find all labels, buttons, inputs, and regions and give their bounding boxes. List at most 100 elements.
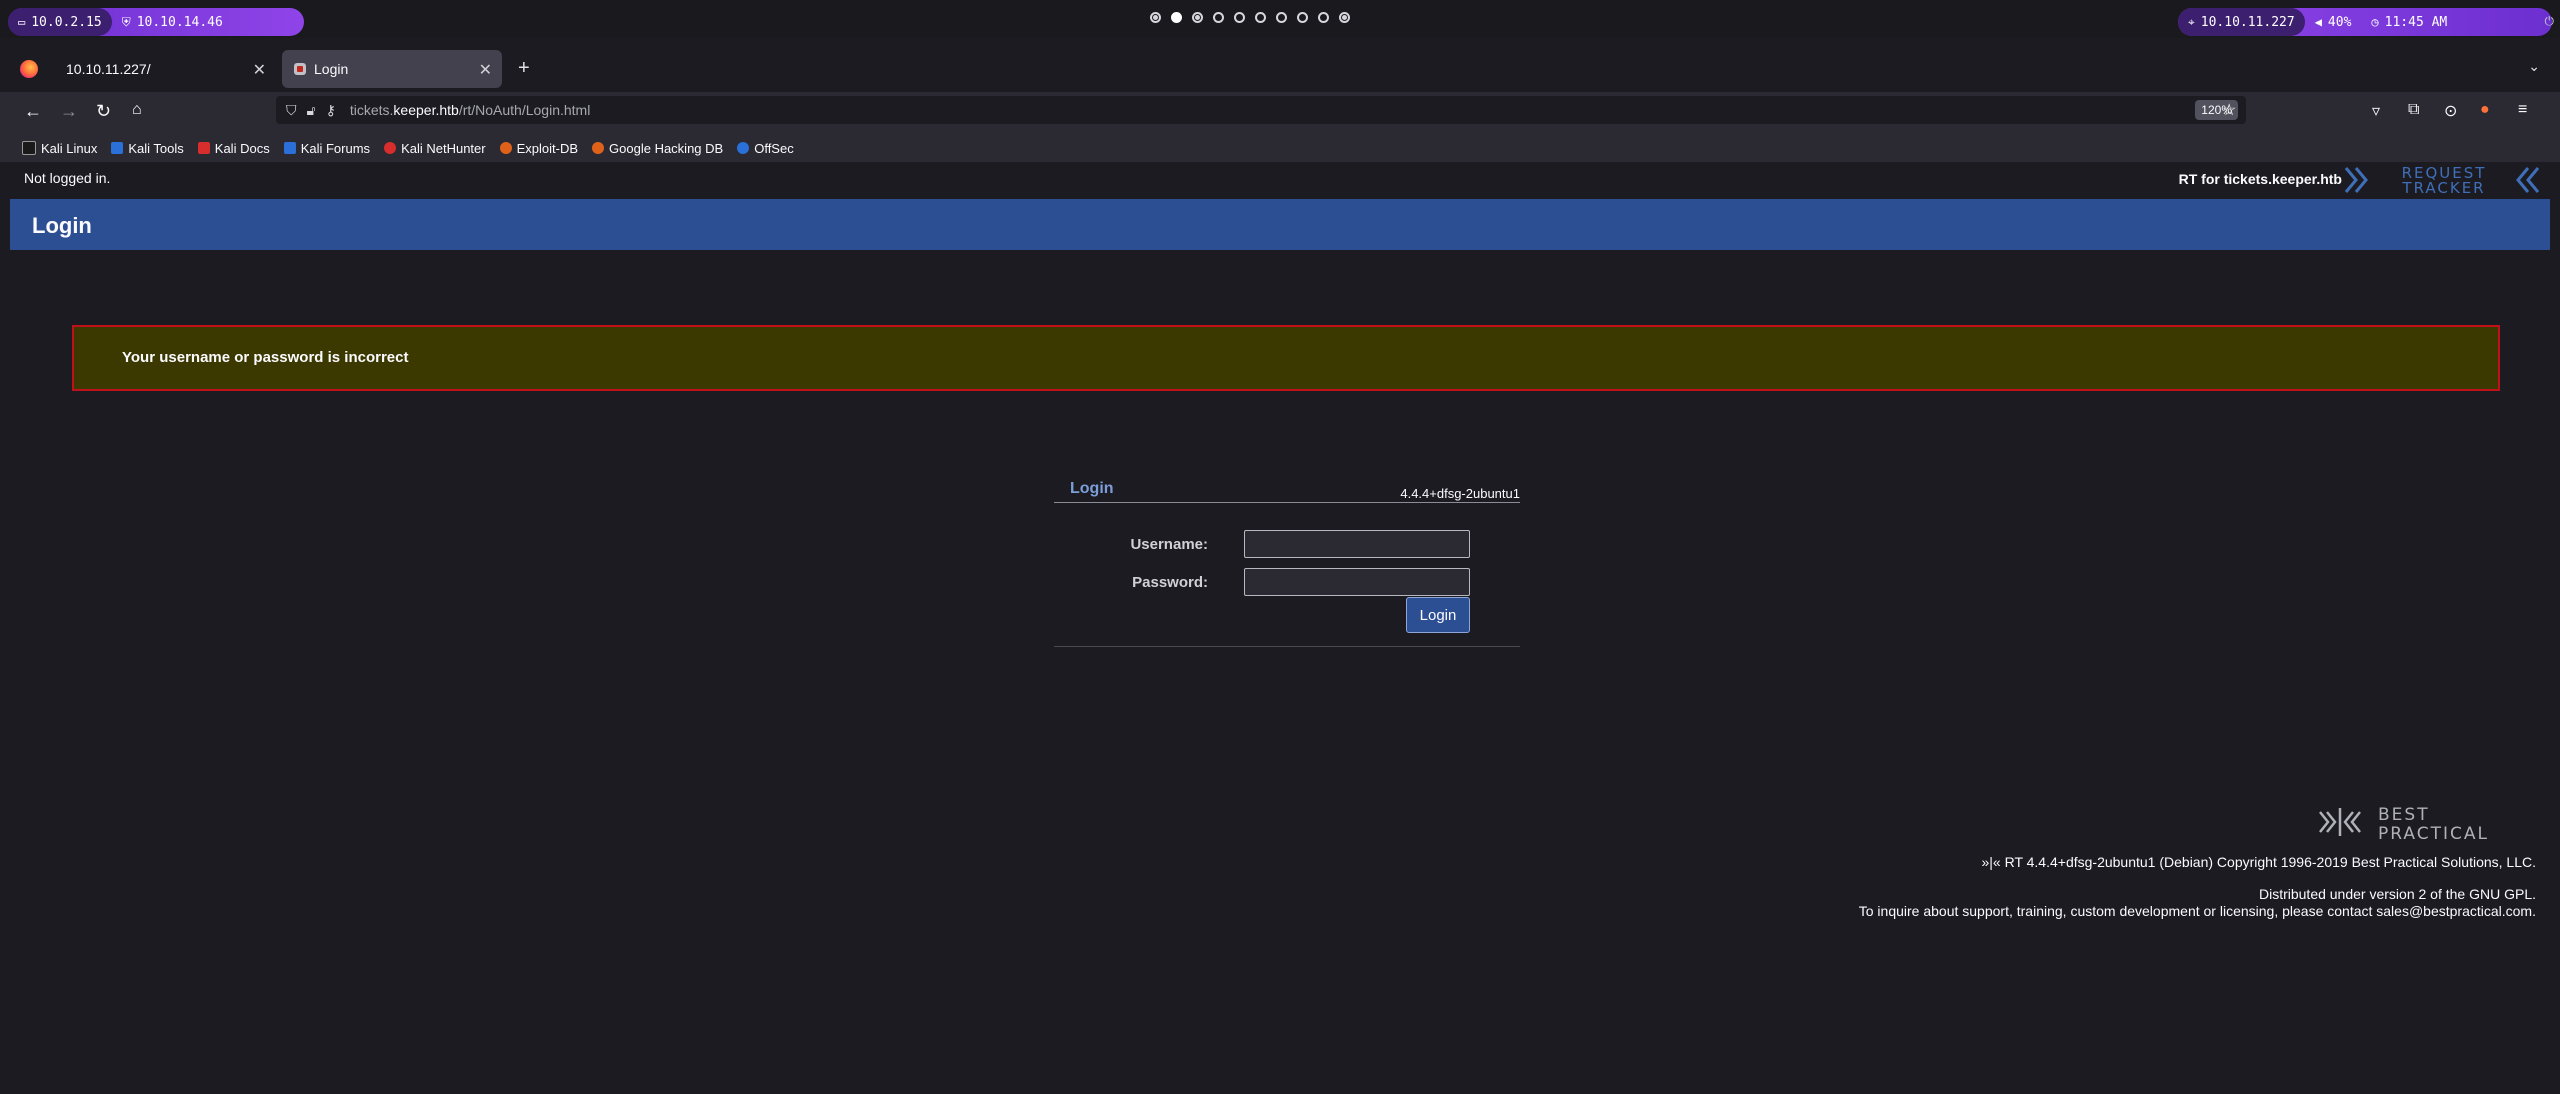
login-title-divider	[1054, 502, 1520, 503]
account-icon[interactable]: ⊙	[2444, 101, 2457, 121]
clock-icon: ◷	[2371, 15, 2379, 29]
bookmark-kali-tools[interactable]: Kali Tools	[111, 140, 184, 156]
clock: 11:45 AM	[2384, 14, 2448, 30]
bookmark-star-icon[interactable]: ☆	[2222, 100, 2236, 120]
bookmark-label: Kali Docs	[214, 140, 270, 156]
close-tab-icon[interactable]: ✕	[479, 60, 492, 80]
bookmark-label: Kali Forums	[300, 140, 371, 156]
tab-label: 10.10.11.227/	[66, 61, 151, 77]
speaker-icon: ◀	[2314, 15, 2322, 29]
username-label: Username:	[1130, 536, 1208, 553]
exploit-db-icon	[499, 142, 512, 154]
vpn-ip-segment[interactable]: ⛨ 10.10.14.46	[112, 15, 233, 30]
workspace-9[interactable]	[1318, 12, 1329, 23]
power-icon[interactable]: ⏻	[2545, 14, 2555, 29]
target-ip-segment[interactable]: ⌖ 10.10.11.227	[2178, 8, 2305, 36]
bookmark-label: Kali Linux	[41, 140, 98, 156]
workspace-switcher	[1150, 12, 1350, 23]
reload-icon[interactable]: ↻	[96, 101, 111, 122]
workspace-7[interactable]	[1276, 12, 1287, 23]
lock-insecure-icon[interactable]: 🔓︎	[307, 102, 316, 119]
foxy-proxy-icon[interactable]: ●	[2480, 101, 2490, 119]
kali-dragon-icon	[22, 141, 36, 155]
local-ip: 10.0.2.15	[31, 14, 102, 30]
close-tab-icon[interactable]: ✕	[253, 60, 266, 80]
workspace-6[interactable]	[1255, 12, 1266, 23]
kali-forums-icon	[283, 142, 296, 154]
address-bar[interactable]: ⛉ 🔓︎ ⚷ tickets.keeper.htb/rt/NoAuth/Logi…	[276, 96, 2246, 124]
bookmark-label: OffSec	[754, 140, 794, 156]
bp-logo-line2: PRACTICAL	[2378, 824, 2489, 842]
kali-docs-icon	[197, 142, 210, 154]
status-pill: ⌖ 10.10.11.227 ◀ 40% ◷ 11:45 AM	[2178, 8, 2552, 36]
username-input[interactable]	[1244, 530, 1470, 558]
tab-login[interactable]: Login ✕	[282, 50, 502, 88]
tracking-shield-icon[interactable]: ⛉	[286, 102, 297, 119]
kali-tools-icon	[111, 142, 124, 154]
system-top-panel: ☷ ▭ 10.0.2.15 ⛨ 10.10.14.46 ⌖ 10.10.11.2…	[0, 0, 2560, 38]
shield-icon: ⛨	[121, 14, 131, 29]
workspace-2[interactable]	[1171, 12, 1182, 23]
bookmark-label: Kali Tools	[128, 140, 184, 156]
url-host-domain: keeper.htb	[393, 102, 459, 118]
url-host-prefix: tickets.	[349, 102, 394, 118]
nethunter-icon	[384, 142, 397, 154]
clock-segment[interactable]: ◷ 11:45 AM	[2361, 15, 2457, 30]
bookmark-google-hacking-db[interactable]: Google Hacking DB	[592, 141, 723, 156]
new-tab-icon[interactable]: +	[518, 57, 530, 80]
local-ip-segment[interactable]: ▭ 10.0.2.15	[8, 8, 112, 36]
workspace-4[interactable]	[1213, 12, 1224, 23]
password-label: Password:	[1132, 574, 1208, 591]
login-form: Login 4.4.4+dfsg-2ubuntu1 Username: Pass…	[1054, 470, 1520, 808]
rt-favicon-icon	[294, 63, 306, 75]
offsec-icon	[737, 142, 750, 154]
monitor-icon: ▭	[18, 15, 26, 29]
bookmark-label: Exploit-DB	[516, 140, 579, 156]
footer-license: Distributed under version 2 of the GNU G…	[2258, 886, 2536, 902]
login-status: Not logged in.	[24, 170, 111, 186]
bookmark-kali-linux[interactable]: Kali Linux	[22, 141, 97, 156]
footer-contact: To inquire about support, training, cust…	[1858, 903, 2536, 919]
tab-list-chevron-icon[interactable]: ⌄	[2528, 58, 2540, 75]
password-input[interactable]	[1244, 568, 1470, 596]
workspace-10[interactable]	[1339, 12, 1350, 23]
extensions-icon[interactable]: ⧉	[2408, 101, 2419, 119]
home-icon[interactable]: ⌂	[132, 101, 142, 119]
bookmark-kali-nethunter[interactable]: Kali NetHunter	[384, 141, 486, 156]
key-icon[interactable]: ⚷	[326, 102, 336, 119]
login-bottom-divider	[1054, 646, 1520, 647]
login-button[interactable]: Login	[1406, 597, 1470, 633]
bp-logo-line1: BEST	[2378, 805, 2430, 825]
request-tracker-logo[interactable]: REQUEST TRACKER	[2344, 164, 2540, 196]
network-pill: ▭ 10.0.2.15 ⛨ 10.10.14.46	[8, 8, 304, 36]
bookmark-kali-docs[interactable]: Kali Docs	[197, 140, 270, 156]
footer-copyright: »|« RT 4.4.4+dfsg-2ubuntu1 (Debian) Copy…	[1981, 854, 2536, 870]
login-box-title: Login	[1070, 480, 1114, 497]
menu-hamburger-icon[interactable]: ≡	[2518, 101, 2527, 119]
workspace-8[interactable]	[1297, 12, 1308, 23]
forward-icon[interactable]: →	[60, 101, 78, 122]
volume-segment[interactable]: ◀ 40%	[2305, 15, 2362, 30]
workspace-3[interactable]	[1192, 12, 1203, 23]
bookmark-exploit-db[interactable]: Exploit-DB	[499, 140, 579, 156]
volume-level: 40%	[2327, 14, 2352, 30]
workspace-1[interactable]	[1150, 12, 1161, 23]
tab-home[interactable]: 10.10.11.227/ ✕	[50, 50, 276, 88]
firefox-view-icon[interactable]	[20, 60, 38, 78]
web-page: Not logged in. RT for tickets.keeper.htb…	[0, 162, 2560, 1094]
rt-instance-name: RT for tickets.keeper.htb	[2178, 171, 2342, 187]
bookmarks-toolbar: Kali Linux Kali Tools Kali Docs Kali For…	[0, 134, 2560, 162]
back-icon[interactable]: ←	[24, 101, 42, 122]
bookmark-label: Google Hacking DB	[609, 140, 724, 156]
rt-version: 4.4.4+dfsg-2ubuntu1	[1400, 486, 1520, 501]
target-ip: 10.10.11.227	[2200, 14, 2295, 30]
tab-label: Login	[314, 61, 349, 77]
ghdb-icon	[592, 142, 605, 154]
best-practical-logo[interactable]: BEST PRACTICAL	[2318, 802, 2538, 842]
bookmark-offsec[interactable]: OffSec	[737, 141, 794, 156]
bookmark-kali-forums[interactable]: Kali Forums	[283, 140, 371, 156]
rt-logo-line2: TRACKER	[2401, 179, 2485, 196]
url-text[interactable]: tickets.keeper.htb/rt/NoAuth/Login.html	[350, 102, 590, 118]
pocket-icon[interactable]: ▿	[2372, 101, 2380, 121]
workspace-5[interactable]	[1234, 12, 1245, 23]
